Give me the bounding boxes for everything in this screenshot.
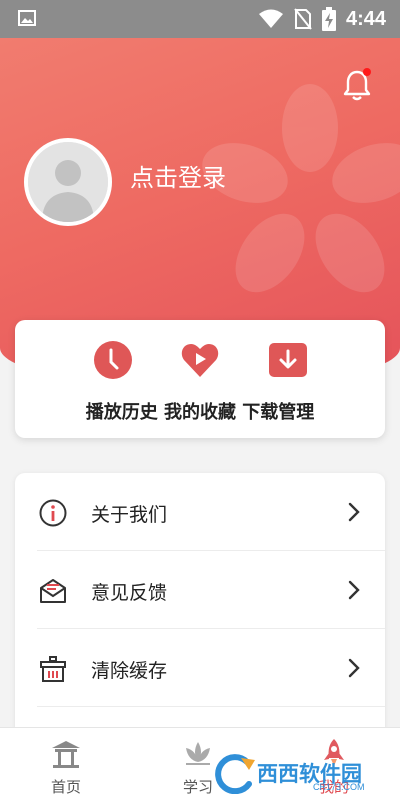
flower-decoration <box>202 84 400 293</box>
menu-item-label: 清除缓存 <box>91 660 168 682</box>
watermark: 西西软件园 CR173.COM <box>205 752 395 796</box>
status-time: 4:44 <box>345 7 386 30</box>
settings-menu: 关于我们 意见反馈 清除缓存 <box>15 473 385 743</box>
battery-charging-icon <box>321 7 336 31</box>
divider <box>37 706 385 707</box>
watermark-logo-icon <box>215 754 255 794</box>
menu-item-label: 意见反馈 <box>91 582 168 604</box>
notification-dot <box>363 68 371 76</box>
quick-actions-labels: 播放历史 我的收藏 下载管理 <box>85 402 315 423</box>
chevron-right-icon <box>348 580 360 600</box>
avatar[interactable] <box>24 138 112 226</box>
heart-play-icon[interactable] <box>180 340 220 380</box>
home-pavilion-icon <box>52 741 80 768</box>
bell-icon[interactable] <box>342 68 372 102</box>
menu-item-about[interactable]: 关于我们 <box>15 473 385 551</box>
feedback-mail-icon <box>40 579 66 603</box>
image-icon <box>18 10 36 26</box>
trash-basket-icon <box>40 656 66 682</box>
no-sim-icon <box>294 8 312 30</box>
status-bar: 4:44 <box>0 0 400 38</box>
tab-home[interactable]: 首页 <box>16 736 116 796</box>
default-user-icon <box>28 142 108 222</box>
info-icon <box>39 499 67 527</box>
menu-item-clear-cache[interactable]: 清除缓存 <box>15 629 385 707</box>
watermark-sub: CR173.COM <box>313 782 365 792</box>
status-icons: 4:44 <box>258 6 386 32</box>
tab-label: 首页 <box>50 778 81 796</box>
download-icon[interactable] <box>268 340 308 380</box>
chevron-right-icon <box>348 658 360 678</box>
clock-icon[interactable] <box>93 340 133 380</box>
menu-item-feedback[interactable]: 意见反馈 <box>15 551 385 629</box>
wifi-icon <box>258 9 283 28</box>
chevron-right-icon <box>348 502 360 522</box>
login-link[interactable]: 点击登录 <box>130 158 226 193</box>
menu-item-label: 关于我们 <box>91 504 168 526</box>
quick-actions-card: 播放历史 我的收藏 下载管理 <box>15 320 385 438</box>
